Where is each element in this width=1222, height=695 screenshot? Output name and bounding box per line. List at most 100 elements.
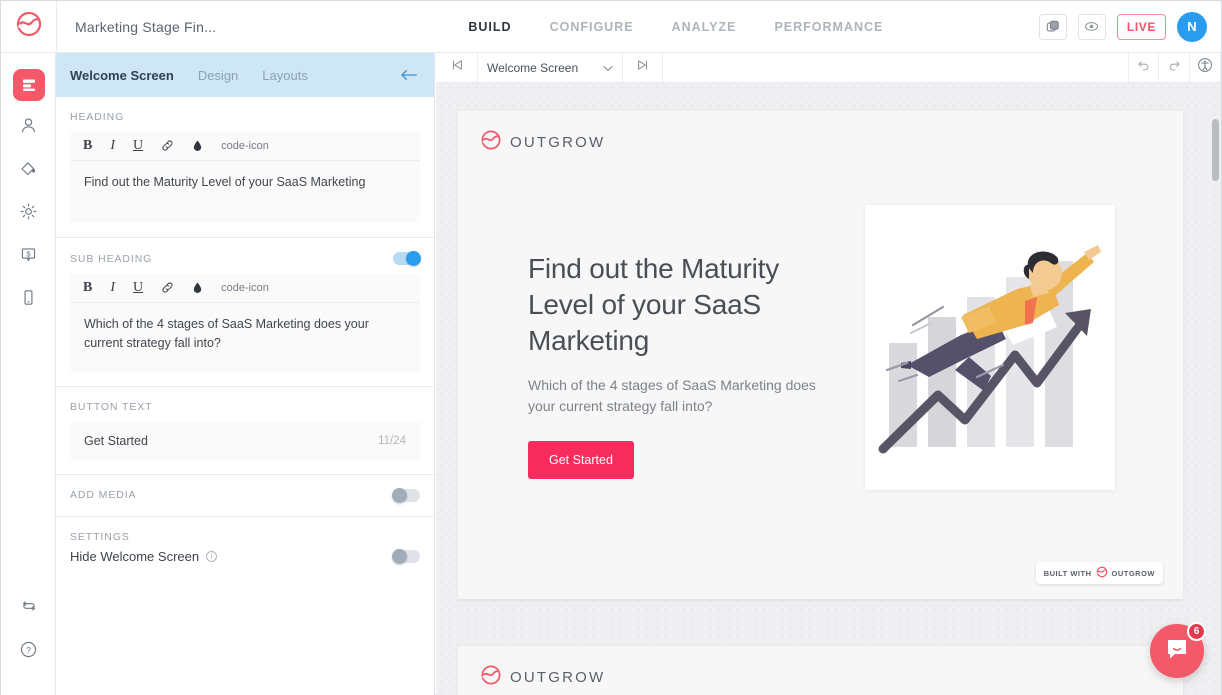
panel-tab-welcome-screen[interactable]: Welcome Screen xyxy=(70,68,174,83)
add-media-section: ADD MEDIA xyxy=(56,475,434,517)
rail-item-sync[interactable] xyxy=(1,587,56,630)
rail-item-mobile[interactable] xyxy=(1,278,56,321)
arrow-left-icon[interactable] xyxy=(400,68,418,82)
info-icon[interactable]: i xyxy=(206,551,217,562)
rail-item-user[interactable] xyxy=(1,106,56,149)
code-icon[interactable]: code-icon xyxy=(221,283,269,294)
welcome-screen-card: OUTGROW Find out the Maturity Level of y… xyxy=(458,111,1183,599)
help-circle-icon: ? xyxy=(19,640,38,664)
button-text-counter: 11/24 xyxy=(378,435,406,447)
built-with-brand: OUTGROW xyxy=(1112,569,1156,578)
eye-icon[interactable] xyxy=(1078,14,1106,40)
intercom-badge: 6 xyxy=(1187,622,1206,641)
nav-tab-configure[interactable]: CONFIGURE xyxy=(548,16,636,38)
screen-select-value: Welcome Screen xyxy=(487,61,578,75)
outgrow-logo-icon xyxy=(480,129,502,156)
panel-tab-design[interactable]: Design xyxy=(198,68,238,83)
undo-button[interactable] xyxy=(1128,53,1159,82)
next-screen-card: OUTGROW xyxy=(458,646,1183,695)
code-icon[interactable]: code-icon xyxy=(221,141,269,152)
heading-input[interactable]: Find out the Maturity Level of your SaaS… xyxy=(70,161,420,223)
sub-heading-section-row: SUB HEADING xyxy=(70,252,420,265)
rail-item-settings[interactable] xyxy=(1,192,56,235)
underline-icon[interactable]: U xyxy=(133,281,143,295)
sub-heading-toggle[interactable] xyxy=(393,252,420,265)
bold-icon[interactable]: B xyxy=(83,139,92,153)
svg-text:?: ? xyxy=(26,644,31,654)
built-with-badge[interactable]: BUILT WITH OUTGROW xyxy=(1036,562,1163,584)
svg-text:$: $ xyxy=(26,249,31,258)
sub-heading-input[interactable]: Which of the 4 stages of SaaS Marketing … xyxy=(70,303,420,372)
top-bar: Marketing Stage Fin... BUILD CONFIGURE A… xyxy=(1,1,1221,53)
accessibility-button[interactable] xyxy=(1190,53,1221,82)
sub-heading-section: SUB HEADING B I U xyxy=(56,238,434,387)
mobile-device-icon xyxy=(19,288,38,312)
preview-logo-text: OUTGROW xyxy=(510,134,605,151)
toggle-knob xyxy=(392,549,407,564)
button-text-section-label: BUTTON TEXT xyxy=(70,401,420,413)
settings-section: SETTINGS Hide Welcome Screen i xyxy=(56,517,434,580)
gear-icon xyxy=(19,202,38,226)
bold-icon[interactable]: B xyxy=(83,281,92,295)
settings-section-label: SETTINGS xyxy=(70,531,420,543)
add-media-label: ADD MEDIA xyxy=(70,489,136,501)
rail-item-help[interactable]: ? xyxy=(1,630,56,673)
hero-subheading: Which of the 4 stages of SaaS Marketing … xyxy=(528,375,828,417)
button-text-input[interactable]: Get Started 11/24 xyxy=(70,422,420,460)
intercom-launcher[interactable]: 6 xyxy=(1150,624,1204,678)
skip-previous-icon xyxy=(450,58,464,77)
panel-tab-layouts[interactable]: Layouts xyxy=(262,68,308,83)
preview-area: Welcome Screen xyxy=(436,53,1221,695)
nav-tab-build[interactable]: BUILD xyxy=(466,16,513,38)
preview-logo: OUTGROW xyxy=(458,111,1183,156)
hero-heading: Find out the Maturity Level of your SaaS… xyxy=(528,251,828,358)
prev-screen-button[interactable] xyxy=(436,53,478,82)
heading-editor-toolbar: B I U code-icon xyxy=(70,132,420,161)
heading-editor[interactable]: B I U code-icon xyxy=(70,132,420,223)
main-nav: BUILD CONFIGURE ANALYZE PERFORMANCE xyxy=(466,16,885,38)
project-title[interactable]: Marketing Stage Fin... xyxy=(57,19,216,35)
rail-bottom-group: ? xyxy=(1,587,56,673)
rail-item-pricing[interactable]: $ xyxy=(1,235,56,278)
left-icon-rail: $ xyxy=(1,53,56,695)
undo-icon xyxy=(1136,58,1151,78)
underline-icon[interactable]: U xyxy=(133,139,143,153)
rail-top-group: $ xyxy=(1,53,55,321)
avatar[interactable]: N xyxy=(1177,12,1207,42)
link-icon[interactable] xyxy=(161,281,174,296)
next-screen-button[interactable] xyxy=(623,53,663,82)
redo-button[interactable] xyxy=(1159,53,1190,82)
top-bar-actions: LIVE N xyxy=(1039,1,1207,52)
color-droplet-icon[interactable] xyxy=(192,281,203,296)
preview-scrollbar[interactable] xyxy=(1212,119,1219,181)
link-icon[interactable] xyxy=(161,139,174,154)
brand-logo-cell[interactable] xyxy=(1,1,57,52)
preview-canvas: OUTGROW Find out the Maturity Level of y… xyxy=(436,83,1221,695)
get-started-button[interactable]: Get Started xyxy=(528,441,634,479)
chevron-down-icon xyxy=(603,61,613,75)
nav-tab-analyze[interactable]: ANALYZE xyxy=(670,16,739,38)
italic-icon[interactable]: I xyxy=(110,281,115,295)
rail-item-theme[interactable] xyxy=(1,149,56,192)
hero-illustration xyxy=(865,205,1115,490)
rail-item-content[interactable] xyxy=(1,63,56,106)
skip-next-icon xyxy=(636,58,650,77)
add-media-toggle[interactable] xyxy=(393,489,420,502)
sync-icon xyxy=(20,597,38,620)
panel-tabs: Welcome Screen Design Layouts xyxy=(56,53,434,97)
businessman-flying-over-growth-chart-illustration xyxy=(865,205,1115,490)
toggle-knob xyxy=(392,488,407,503)
duplicate-icon[interactable] xyxy=(1039,14,1067,40)
italic-icon[interactable]: I xyxy=(110,139,115,153)
sub-heading-editor-toolbar: B I U code-icon xyxy=(70,274,420,303)
heading-section-label: HEADING xyxy=(70,111,420,123)
color-droplet-icon[interactable] xyxy=(192,139,203,154)
app-root: Marketing Stage Fin... BUILD CONFIGURE A… xyxy=(0,0,1222,695)
sub-heading-editor[interactable]: B I U code-icon xyxy=(70,274,420,372)
redo-icon xyxy=(1167,58,1182,78)
hide-welcome-screen-toggle[interactable] xyxy=(393,550,420,563)
live-button[interactable]: LIVE xyxy=(1117,14,1166,40)
screen-select[interactable]: Welcome Screen xyxy=(478,53,623,82)
toggle-knob xyxy=(406,251,421,266)
nav-tab-performance[interactable]: PERFORMANCE xyxy=(772,16,885,38)
